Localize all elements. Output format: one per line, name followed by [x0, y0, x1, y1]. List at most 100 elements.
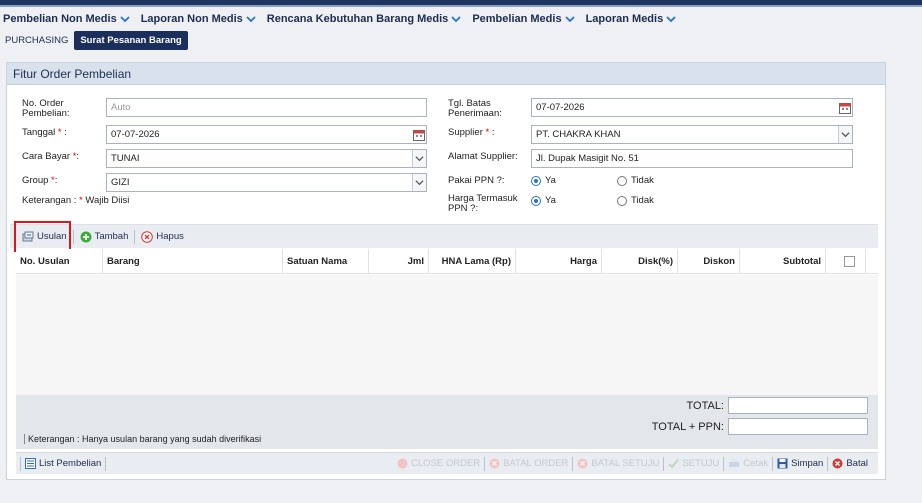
chevron-down-icon — [120, 16, 130, 23]
col-select-all — [834, 249, 866, 274]
ppn-ya-radio[interactable]: Ya — [531, 175, 556, 186]
items-table-body — [16, 275, 878, 395]
usulan-highlight-box — [14, 221, 71, 252]
tgl-batas-input[interactable]: 07-07-2026 — [531, 98, 853, 117]
batal-order-button[interactable]: BATAL ORDER — [485, 458, 572, 469]
radio-label: Ya — [545, 175, 556, 186]
chevron-down-icon[interactable] — [412, 174, 426, 191]
radio-label: Ya — [545, 195, 556, 206]
tambah-label: Tambah — [94, 231, 129, 242]
nav-pembelian-medis[interactable]: Pembelian Medis — [472, 11, 575, 27]
supplier-select[interactable]: PT. CHAKRA KHAN — [531, 125, 853, 144]
nav-laporan-medis[interactable]: Laporan Medis — [586, 11, 677, 27]
item-toolbar: Usulan Tambah Hapus — [10, 224, 878, 248]
col-disk[interactable]: Disk(%) — [602, 249, 678, 274]
hapus-button[interactable]: Hapus — [135, 227, 189, 247]
nav-label: Pembelian Medis — [472, 13, 562, 25]
chevron-down-icon — [666, 16, 676, 23]
setuju-button[interactable]: SETUJU — [664, 458, 723, 469]
nav-laporan-non-medis[interactable]: Laporan Non Medis — [141, 11, 256, 27]
no-order-input[interactable]: Auto — [106, 98, 427, 117]
nav-label: Laporan Medis — [585, 13, 664, 25]
total-field[interactable] — [728, 397, 868, 414]
batal-setuju-button[interactable]: BATAL SETUJU — [573, 458, 663, 469]
total-label: TOTAL: — [686, 400, 725, 412]
action-bar: List Pembelian CLOSE ORDER BATAL ORDER B… — [16, 452, 878, 474]
chevron-down-icon[interactable] — [412, 150, 426, 167]
main-nav: Pembelian Non Medis Laporan Non Medis Re… — [3, 11, 676, 27]
breadcrumb-current[interactable]: Surat Pesanan Barang — [74, 31, 188, 50]
wajib-diisi-text: Wajib Diisi — [85, 195, 130, 206]
radio-checked-icon[interactable] — [531, 195, 541, 206]
calendar-icon[interactable] — [838, 100, 851, 115]
chevron-down-icon[interactable] — [838, 126, 852, 143]
chevron-down-icon — [451, 16, 461, 23]
label-colon: : — [76, 151, 80, 162]
nav-pembelian-non-medis[interactable]: Pembelian Non Medis — [3, 11, 130, 27]
alamat-input[interactable]: Jl. Dupak Masigit No. 51 — [531, 149, 853, 168]
harga-ppn-tidak-radio[interactable]: Tidak — [617, 195, 654, 206]
alamat-label: Alamat Supplier: — [448, 151, 518, 162]
calendar-icon[interactable] — [412, 127, 425, 142]
toolbar-divider — [105, 456, 107, 471]
no-order-label: No. Order Pembelian: — [22, 98, 70, 119]
items-table-header: No. Usulan Barang Satuan Nama Jml HNA La… — [16, 249, 878, 274]
col-no-usulan[interactable]: No. Usulan — [16, 249, 103, 274]
hapus-label: Hapus — [156, 231, 184, 242]
required-mark: * — [57, 127, 62, 138]
tanggal-label: Tanggal * : — [22, 128, 67, 138]
panel-title: Fitur Order Pembelian — [7, 63, 885, 85]
delete-icon — [141, 230, 154, 243]
cara-bayar-label: Cara Bayar *: — [22, 152, 79, 162]
top-header-bar — [0, 0, 922, 7]
col-jml[interactable]: Jml — [369, 249, 429, 274]
select-all-checkbox[interactable] — [844, 256, 855, 267]
warning-icon — [397, 458, 408, 469]
group-select[interactable]: GIZI — [106, 173, 427, 192]
simpan-button[interactable]: Simpan — [773, 458, 827, 469]
cetak-button[interactable]: Cetak — [724, 458, 772, 469]
label-colon: : — [64, 127, 67, 138]
add-icon — [80, 231, 92, 242]
cara-bayar-label-text: Cara Bayar — [22, 151, 71, 162]
list-icon — [25, 458, 36, 469]
list-pembelian-button[interactable]: List Pembelian — [21, 458, 105, 469]
batal-button[interactable]: Batal — [828, 458, 872, 469]
tanggal-value: 07-07-2026 — [111, 129, 160, 140]
batal-setuju-label: BATAL SETUJU — [591, 458, 660, 469]
nav-label: Rencana Kebutuhan Barang Medis — [266, 13, 449, 25]
harga-ppn-ya-radio[interactable]: Ya — [531, 195, 556, 206]
tambah-button[interactable]: Tambah — [74, 227, 135, 247]
breadcrumb-section[interactable]: PURCHASING — [5, 35, 68, 46]
tgl-batas-value: 07-07-2026 — [536, 102, 585, 113]
chevron-down-icon — [246, 16, 256, 23]
radio-unchecked-icon[interactable] — [617, 195, 627, 206]
tgl-batas-label: Tgl. Batas Penerimaan: — [448, 98, 502, 119]
col-barang[interactable]: Barang — [103, 249, 283, 274]
required-mark: * — [485, 127, 490, 138]
list-pembelian-label: List Pembelian — [39, 458, 102, 469]
ppn-tidak-radio[interactable]: Tidak — [617, 175, 654, 186]
label-colon: : — [54, 175, 58, 186]
keterangan-wajib: Keterangan : * Wajib Diisi — [22, 196, 129, 206]
radio-unchecked-icon[interactable] — [617, 175, 627, 186]
breadcrumb: PURCHASING Surat Pesanan Barang — [5, 31, 188, 50]
harga-ppn-label: Harga Termasuk PPN ?: — [448, 193, 518, 214]
total-ppn-label: TOTAL + PPN: — [651, 421, 724, 433]
supplier-label-text: Supplier — [448, 127, 483, 138]
cara-bayar-select[interactable]: TUNAI — [106, 149, 427, 168]
close-order-button[interactable]: CLOSE ORDER — [393, 458, 484, 469]
tanggal-input[interactable]: 07-07-2026 — [106, 125, 427, 144]
col-harga[interactable]: Harga — [516, 249, 602, 274]
nav-rencana-kebutuhan[interactable]: Rencana Kebutuhan Barang Medis — [267, 11, 462, 27]
col-diskon[interactable]: Diskon — [678, 249, 740, 274]
total-ppn-field[interactable] — [728, 418, 868, 435]
col-subtotal[interactable]: Subtotal — [740, 249, 826, 274]
nav-label: Pembelian Non Medis — [3, 13, 117, 25]
required-mark: * — [79, 195, 83, 206]
group-value: GIZI — [111, 177, 130, 188]
radio-checked-icon[interactable] — [531, 175, 541, 186]
col-hna-lama[interactable]: HNA Lama (Rp) — [429, 249, 516, 274]
simpan-label: Simpan — [791, 458, 824, 469]
col-satuan-nama[interactable]: Satuan Nama — [283, 249, 369, 274]
